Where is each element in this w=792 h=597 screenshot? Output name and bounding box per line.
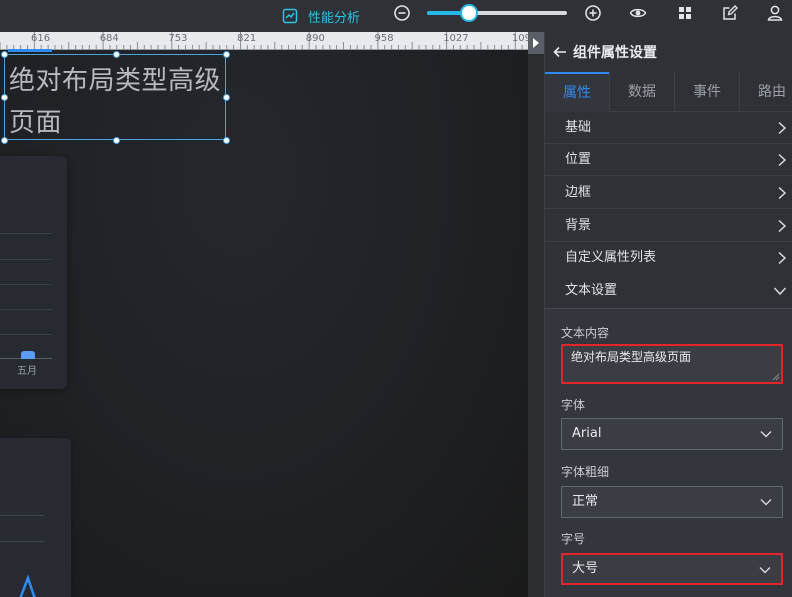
ruler-label: 890 (305, 33, 325, 44)
tab-properties[interactable]: 属性 (545, 72, 609, 112)
resize-grip-icon[interactable] (772, 373, 780, 381)
font-size-value: 大号 (572, 561, 599, 576)
performance-analysis-button[interactable]: 性能分析 (282, 5, 360, 27)
ruler-label: 821 (237, 33, 257, 44)
font-family-label: 字体 (561, 398, 586, 412)
panel-header: 组件属性设置 (545, 32, 792, 72)
font-weight-value: 正常 (572, 494, 599, 509)
chart-line-icon (282, 8, 298, 24)
resize-handle-bottom-right[interactable] (223, 137, 230, 144)
text-settings-body: 文本内容 绝对布局类型高级页面 字体 Arial 字体粗细 正常 字号 大号 (545, 308, 792, 597)
tab-routes[interactable]: 路由 (740, 72, 792, 112)
font-family-value: Arial (572, 426, 602, 441)
properties-panel: 组件属性设置 属性 数据 事件 路由 基础 位置 边框 背景 自定义属性列表 文… (544, 32, 792, 597)
design-canvas[interactable]: 6166847538218909581027109511641232 绝对布局类… (0, 32, 528, 597)
panel-tabs: 属性 数据 事件 路由 (545, 72, 792, 112)
chart-axis-label: 五月 (17, 366, 37, 377)
chart-gridline (0, 284, 52, 285)
section-text-settings[interactable]: 文本设置 (545, 275, 792, 307)
horizontal-ruler: 6166847538218909581027109511641232 (0, 32, 528, 50)
section-background[interactable]: 背景 (545, 210, 792, 242)
section-position[interactable]: 位置 (545, 144, 792, 176)
chevron-down-icon (759, 567, 771, 574)
chart-gridline (0, 233, 52, 234)
panel-title: 组件属性设置 (573, 45, 657, 61)
selected-text-content: 绝对布局类型高级页面 (9, 66, 222, 138)
section-custom-attributes[interactable]: 自定义属性列表 (545, 242, 792, 274)
top-toolbar: 性能分析 (0, 0, 792, 32)
font-size-select[interactable]: 大号 (561, 553, 783, 585)
ruler-label: 958 (374, 33, 394, 44)
text-content-label: 文本内容 (561, 326, 610, 340)
section-border[interactable]: 边框 (545, 177, 792, 209)
chevron-right-icon (778, 219, 787, 233)
chevron-down-icon (760, 499, 772, 506)
caret-right-icon (533, 38, 539, 48)
section-border-label: 边框 (565, 185, 592, 200)
resize-handle-top-left[interactable] (1, 51, 8, 58)
zoom-in-icon[interactable] (584, 4, 602, 22)
ruler-label: 684 (99, 33, 119, 44)
chart-gridline (0, 515, 44, 516)
grid-icon[interactable] (676, 4, 694, 22)
resize-handle-right[interactable] (223, 94, 230, 101)
section-position-label: 位置 (565, 152, 592, 167)
text-content-value: 绝对布局类型高级页面 (571, 350, 692, 364)
ruler-label: 616 (31, 33, 51, 44)
chart-gridline (0, 541, 44, 542)
resize-handle-top-right[interactable] (223, 51, 230, 58)
collapse-panel-button[interactable] (528, 32, 544, 54)
bar-chart-card[interactable]: 五月 (0, 156, 67, 389)
resize-handle-left[interactable] (1, 94, 8, 101)
line-chart-card[interactable] (0, 438, 71, 597)
section-basic[interactable]: 基础 (545, 112, 792, 144)
chevron-right-icon (778, 121, 787, 135)
chart-gridline (0, 334, 52, 335)
font-weight-select[interactable]: 正常 (561, 486, 783, 518)
line-series (19, 574, 37, 597)
chart-gridline (0, 259, 52, 260)
chart-bar (21, 351, 35, 359)
chevron-right-icon (778, 153, 787, 167)
selected-text-component[interactable]: 绝对布局类型高级页面 (1, 51, 230, 144)
user-icon[interactable] (766, 4, 784, 22)
tab-events[interactable]: 事件 (675, 72, 739, 112)
tab-data[interactable]: 数据 (610, 72, 674, 112)
chevron-down-icon (773, 287, 787, 296)
chart-gridline (0, 309, 52, 310)
resize-handle-bottom-left[interactable] (1, 137, 8, 144)
edit-icon[interactable] (721, 4, 739, 22)
eye-icon[interactable] (629, 4, 647, 22)
resize-handle-bottom[interactable] (113, 137, 120, 144)
font-weight-label: 字体粗细 (561, 465, 610, 479)
arrow-left-icon[interactable] (553, 45, 567, 59)
resize-handle-top[interactable] (113, 51, 120, 58)
font-family-select[interactable]: Arial (561, 418, 783, 450)
text-content-textarea[interactable]: 绝对布局类型高级页面 (561, 344, 783, 384)
chevron-down-icon (760, 431, 772, 438)
section-basic-label: 基础 (565, 120, 592, 135)
performance-analysis-label: 性能分析 (308, 10, 361, 26)
ruler-label: 1095 (511, 33, 528, 44)
section-background-label: 背景 (565, 218, 592, 233)
section-text-settings-label: 文本设置 (565, 283, 618, 298)
chevron-right-icon (778, 186, 787, 200)
zoom-slider-knob[interactable] (460, 4, 478, 22)
ruler-label: 1027 (443, 33, 469, 44)
font-size-label: 字号 (561, 532, 586, 546)
ruler-label: 753 (168, 33, 188, 44)
chevron-right-icon (778, 251, 787, 265)
zoom-slider[interactable] (427, 4, 567, 22)
ruler-selection-marker (8, 49, 52, 52)
section-custom-attributes-label: 自定义属性列表 (565, 250, 657, 265)
zoom-out-icon[interactable] (393, 4, 411, 22)
